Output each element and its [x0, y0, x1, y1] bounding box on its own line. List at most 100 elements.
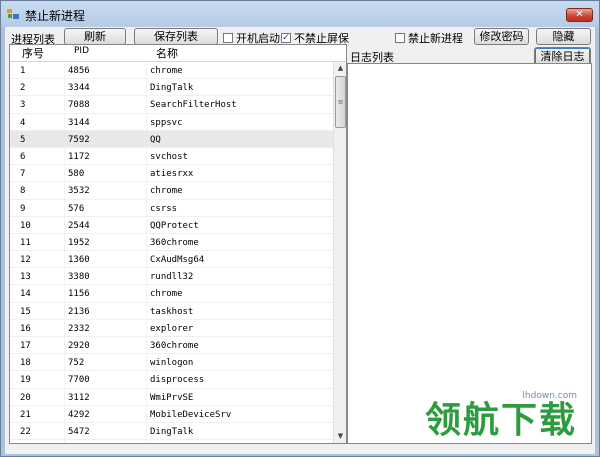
row-index: 11	[20, 237, 31, 248]
scroll-thumb[interactable]: ≡	[335, 76, 346, 128]
row-index: 12	[20, 255, 31, 266]
row-name: taskhost	[150, 306, 194, 317]
change-password-button[interactable]: 修改密码	[474, 28, 529, 45]
row-name: svchost	[150, 151, 188, 162]
row-pid: 3144	[68, 117, 90, 128]
table-row[interactable]: 7 580 atiesrxx	[10, 165, 333, 183]
row-pid: 752	[68, 358, 85, 369]
autostart-checkbox-box[interactable]	[223, 33, 233, 43]
row-pid: 7592	[68, 134, 90, 145]
table-row[interactable]: 13 3380 rundll32	[10, 268, 333, 286]
list-header: 序号 PID 名称	[10, 45, 346, 62]
row-pid: 2920	[68, 341, 90, 351]
table-row[interactable]: 19 7700 disprocess	[10, 371, 333, 389]
row-name: QQProtect	[150, 220, 199, 231]
row-name: MobileDeviceSrv	[150, 409, 232, 420]
row-pid: 2544	[68, 220, 90, 231]
check-icon[interactable]: ✓	[281, 33, 291, 43]
table-row[interactable]: 17 2920 360chrome	[10, 337, 333, 355]
row-name: chrome	[150, 186, 183, 197]
process-list[interactable]: 序号 PID 名称 1 4856 chrome 2 3344 DingTalk 3 7088 S…	[9, 44, 347, 444]
table-row[interactable]: 4 3144 sppsvc	[10, 114, 333, 131]
row-pid: 2136	[68, 306, 90, 317]
row-index: 6	[20, 151, 26, 162]
table-row[interactable]: 21 4292 MobileDeviceSrv	[10, 406, 333, 423]
table-row[interactable]: 15 2136 taskhost	[10, 303, 333, 320]
app-icon	[7, 9, 19, 19]
row-name: sppsvc	[150, 117, 183, 128]
row-name: 360chrome	[150, 341, 199, 351]
window-title: 禁止新进程	[25, 9, 86, 23]
row-name: DingTalk	[150, 426, 194, 437]
row-index: 18	[20, 358, 31, 369]
close-icon: ✕	[575, 9, 584, 20]
row-index: 2	[20, 83, 26, 94]
row-pid: 3380	[68, 272, 90, 283]
scroll-down-icon[interactable]: ▼	[334, 430, 346, 443]
hide-button[interactable]: 隐藏	[536, 28, 591, 45]
row-pid: 3532	[68, 186, 90, 197]
row-name: disprocess	[150, 375, 205, 386]
watermark: lhdown.com 领航下载	[425, 391, 577, 441]
row-index: 4	[20, 117, 26, 128]
table-row[interactable]: 16 2332 explorer	[10, 320, 333, 337]
client-area: 进程列表 刷新 保存列表 开机启动 ✓ 不禁止屏保 禁止新进程 修改密码 隐藏 …	[5, 27, 595, 454]
row-name: chrome	[150, 66, 183, 76]
block-new-process-checkbox[interactable]: 禁止新进程	[395, 30, 463, 46]
row-name: CxAudMsg64	[150, 255, 205, 266]
row-pid: 1360	[68, 255, 90, 266]
log-list[interactable]: lhdown.com 领航下载	[347, 63, 592, 444]
row-index: 19	[20, 375, 31, 386]
row-pid: 576	[68, 203, 85, 214]
title-bar[interactable]: 禁止新进程 ✕	[1, 1, 599, 27]
row-pid: 5472	[68, 426, 90, 437]
table-row[interactable]: 18 752 winlogon	[10, 354, 333, 372]
table-row[interactable]: 10 2544 QQProtect	[10, 217, 333, 234]
row-index: 20	[20, 392, 31, 403]
block-new-process-label: 禁止新进程	[408, 32, 463, 45]
save-list-button[interactable]: 保存列表	[134, 28, 218, 45]
table-row[interactable]: 11 1952 360chrome	[10, 234, 333, 252]
row-pid: 2332	[68, 323, 90, 334]
row-pid: 7088	[68, 100, 90, 111]
table-row[interactable]: 20 3112 WmiPrvSE	[10, 389, 333, 406]
table-row[interactable]: 3 7088 SearchFilterHost	[10, 96, 333, 114]
table-row[interactable]: 5 7592 QQ	[10, 130, 333, 148]
row-pid: 580	[68, 169, 85, 180]
table-row[interactable]: 22 5472 DingTalk	[10, 423, 333, 441]
row-name: rundll32	[150, 272, 194, 283]
column-header-name[interactable]: 名称	[156, 45, 178, 61]
column-header-pid[interactable]: PID	[74, 46, 89, 56]
column-header-index[interactable]: 序号	[22, 45, 44, 61]
row-name: QQ	[150, 134, 161, 145]
table-row[interactable]: 2 3344 DingTalk	[10, 79, 333, 97]
row-index: 14	[20, 289, 31, 300]
table-row[interactable]: 12 1360 CxAudMsg64	[10, 251, 333, 269]
row-name: winlogon	[150, 358, 194, 369]
row-pid: 1156	[68, 289, 90, 300]
table-row[interactable]: 9 576 csrss	[10, 200, 333, 217]
row-name: csrss	[150, 203, 178, 214]
row-index: 8	[20, 186, 26, 197]
table-row[interactable]: 1 4856 chrome	[10, 62, 333, 80]
table-row[interactable]: 8 3532 chrome	[10, 182, 333, 200]
row-pid: 1952	[68, 237, 90, 248]
row-index: 3	[20, 100, 26, 111]
row-index: 10	[20, 220, 31, 231]
row-index: 1	[20, 66, 26, 76]
row-index: 16	[20, 323, 31, 334]
refresh-button[interactable]: 刷新	[64, 28, 126, 45]
row-index: 17	[20, 341, 31, 351]
row-pid: 3112	[68, 392, 90, 403]
row-index: 21	[20, 409, 31, 420]
watermark-logo: 领航下载	[424, 400, 577, 441]
row-index: 5	[20, 134, 26, 145]
table-row[interactable]: 14 1156 chrome	[10, 285, 333, 303]
table-row[interactable]: 6 1172 svchost	[10, 148, 333, 166]
row-name: chrome	[150, 289, 183, 300]
scroll-up-icon[interactable]: ▲	[334, 62, 346, 75]
vertical-scrollbar[interactable]: ▲ ≡ ▼	[333, 62, 346, 443]
row-pid: 3344	[68, 83, 90, 94]
close-button[interactable]: ✕	[566, 8, 593, 22]
block-new-process-checkbox-box[interactable]	[395, 33, 405, 43]
